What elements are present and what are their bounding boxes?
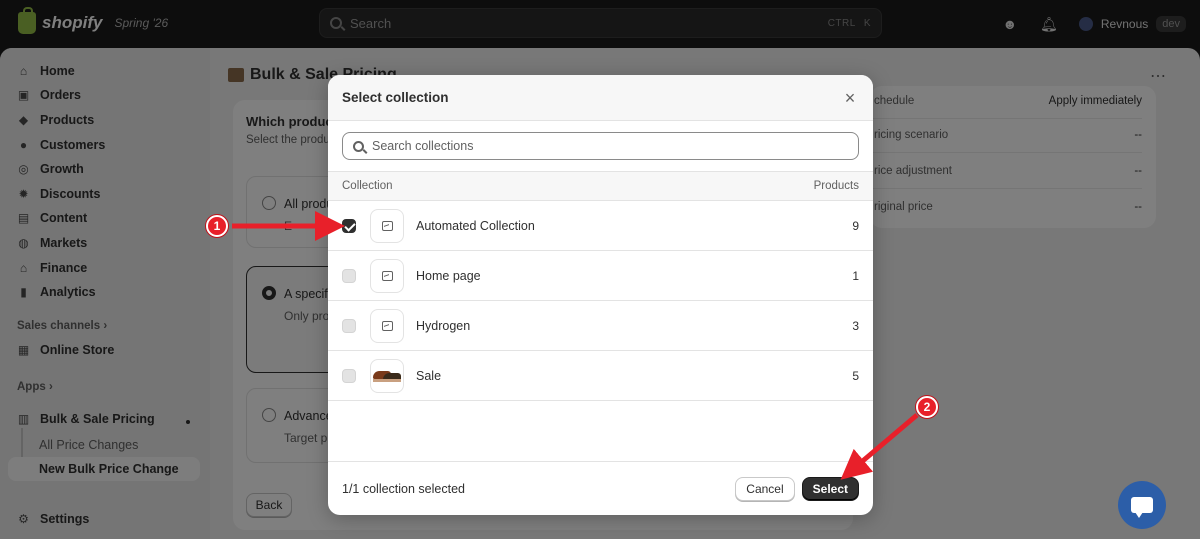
image-placeholder-icon bbox=[381, 220, 393, 231]
row-checkbox[interactable] bbox=[342, 318, 356, 333]
table-row[interactable]: Sale 5 bbox=[328, 351, 873, 401]
table-row[interactable]: Hydrogen 3 bbox=[328, 301, 873, 351]
chat-button[interactable] bbox=[1118, 481, 1166, 529]
modal-header: Select collection × bbox=[328, 75, 873, 121]
image-placeholder-icon bbox=[381, 320, 393, 331]
collection-thumbnail bbox=[370, 358, 404, 393]
collection-name: Automated Collection bbox=[416, 218, 535, 233]
modal-title: Select collection bbox=[342, 90, 449, 105]
collection-thumbnail bbox=[370, 308, 404, 343]
product-count: 3 bbox=[852, 318, 859, 333]
collection-thumbnail bbox=[370, 208, 404, 243]
collection-thumbnail bbox=[370, 258, 404, 293]
select-collection-modal: Select collection × Collection Products … bbox=[328, 75, 873, 515]
collection-name: Sale bbox=[416, 368, 442, 383]
table-row[interactable]: Home page 1 bbox=[328, 251, 873, 301]
collection-name: Home page bbox=[416, 268, 481, 283]
product-count: 5 bbox=[852, 368, 859, 383]
table-row[interactable]: Automated Collection 9 bbox=[328, 201, 873, 251]
product-count: 9 bbox=[852, 218, 859, 233]
image-placeholder-icon bbox=[381, 270, 393, 281]
annotation-marker-1: 1 bbox=[206, 215, 228, 237]
table-header: Collection Products bbox=[328, 171, 873, 201]
collection-search-input[interactable] bbox=[372, 139, 858, 153]
product-count: 1 bbox=[852, 268, 859, 283]
chat-icon bbox=[1131, 497, 1153, 518]
row-checkbox[interactable] bbox=[342, 218, 356, 233]
modal-footer: 1/1 collection selected Cancel Select bbox=[328, 461, 873, 515]
column-products: Products bbox=[813, 180, 859, 192]
cancel-button[interactable]: Cancel bbox=[735, 476, 795, 501]
close-icon[interactable]: × bbox=[841, 89, 859, 107]
select-button[interactable]: Select bbox=[801, 476, 859, 501]
annotation-marker-2: 2 bbox=[916, 396, 938, 418]
collection-search[interactable] bbox=[342, 132, 859, 160]
row-checkbox[interactable] bbox=[342, 268, 356, 283]
row-checkbox[interactable] bbox=[342, 368, 356, 383]
search-icon bbox=[353, 140, 364, 152]
shoes-image bbox=[373, 368, 401, 384]
collection-name: Hydrogen bbox=[416, 318, 471, 333]
column-collection: Collection bbox=[342, 180, 393, 192]
selection-status: 1/1 collection selected bbox=[342, 481, 465, 496]
